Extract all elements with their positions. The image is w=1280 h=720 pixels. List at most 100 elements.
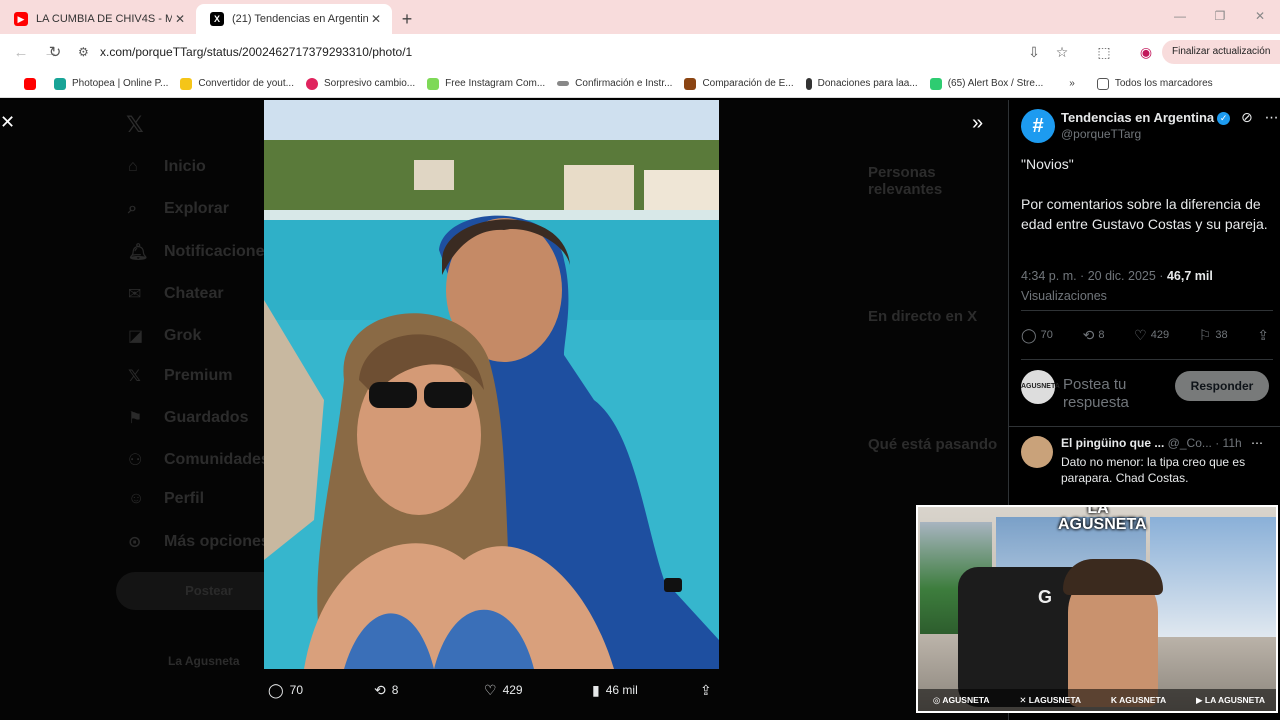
link-icon [557,81,570,86]
more-icon: ⊙ [128,534,142,551]
install-icon[interactable]: ⇩ [1020,44,1048,61]
webcam-overlay: G LA AGUSNETA ◎ AGUSNETA ✕ LAGUSNETA K A… [916,505,1278,713]
bookmark-count: 38 [1215,329,1228,341]
close-tab-icon[interactable]: ✕ [368,12,384,26]
comment-author[interactable]: El pingüino que ... [1061,436,1164,450]
youtube-icon [24,77,36,90]
share-action[interactable]: ⇪ [1257,327,1273,344]
reload-icon[interactable]: ↻ [40,43,70,61]
repost-count: 8 [391,683,399,697]
nav-label: Comunidades [164,451,270,468]
reply-button[interactable]: Responder [1175,371,1269,401]
back-icon[interactable]: ← [6,44,36,61]
more-options-icon[interactable]: ⋯ [1265,109,1279,125]
bookmark-icon [427,77,440,90]
nav-label: Perfil [164,490,205,507]
nav-label: Más opciones [164,533,270,550]
bookmark-item[interactable]: Free Instagram Com... [427,77,546,90]
reply-composer: AGUSNETA Postea tu respuesta Responder [1021,370,1273,414]
repost-action[interactable]: ⟲ 8 [374,682,398,699]
bookmark-item[interactable]: (65) Alert Box / Stre... [929,77,1044,90]
url-bar[interactable]: ⚙ x.com/porqueTTarg/status/2002462717379… [78,39,1078,65]
comment-header: El pingüino que ... @_Co... · 11h ⋯ [1061,436,1273,450]
youtube-handle: ▶ LA AGUSNETA [1196,694,1266,705]
close-window-icon[interactable]: ✕ [1240,0,1280,34]
reply-input[interactable]: Postea tu respuesta [1063,376,1173,410]
url-text: x.com/porqueTTarg/status/200246271737929… [100,45,413,59]
post-photo[interactable] [264,100,719,669]
x-logo-icon: 𝕏 [126,112,144,137]
reply-action[interactable]: ◯ 70 [268,682,303,699]
heart-icon: ♡ [1134,326,1147,343]
chevron-right-double-icon[interactable]: » [972,112,983,135]
post-timestamp[interactable]: 4:34 p. m. · 20 dic. 2025 · [1021,269,1163,283]
bookmark-icon [54,77,66,90]
minimize-icon[interactable]: — [1160,0,1200,34]
tab-youtube[interactable]: ▶ LA CUMBIA DE CHIV4S - MIKE ✕ [0,4,196,34]
comment-text: Dato no menor: la tipa creo que es parap… [1061,455,1246,485]
extensions-icon[interactable]: ⬚ [1090,44,1118,61]
site-info-icon[interactable]: ⚙ [78,45,100,59]
bookmark-icon [180,77,193,90]
new-tab-button[interactable]: + [392,4,422,34]
bookmark-label: Donaciones para laa... [817,78,918,89]
like-action[interactable]: ♡ 429 [1134,327,1169,344]
close-icon[interactable]: ✕ [0,112,15,133]
repost-action[interactable]: ⟲ 8 [1083,327,1105,344]
account-actions: ⊘ ⋯ [1233,109,1279,126]
like-action[interactable]: ♡ 429 [484,682,523,699]
avatar[interactable] [1021,436,1053,468]
bookmark-item[interactable]: Photopea | Online P... [54,77,168,90]
folder-icon [1096,77,1109,90]
grok-explain-icon[interactable]: ⊘ [1241,109,1253,125]
bookmark-label: Convertidor de yout... [198,78,294,89]
reply-action[interactable]: ◯ 70 [1021,327,1053,344]
bookmark-item[interactable]: Convertidor de yout... [180,77,294,90]
account-name[interactable]: Tendencias en Argentina ✓ [1061,110,1231,126]
more-options-icon[interactable]: ⋯ [1251,436,1263,450]
views-action[interactable]: ▮ 46 mil [592,682,638,699]
bookmark-icon [929,77,942,90]
bookmark-item[interactable]: Sorpresivo cambio... [305,77,416,90]
update-button[interactable]: Finalizar actualización [1162,40,1280,64]
bookmark-action[interactable]: ⚐ 38 [1199,327,1228,344]
x-logo-icon: X [210,12,224,26]
bookmark-item[interactable]: Comparación de E... [684,77,794,90]
profile-icon[interactable]: ◉ [1132,44,1160,61]
maximize-icon[interactable]: ❐ [1200,0,1240,34]
share-icon: ⇪ [1257,326,1269,343]
all-bookmarks[interactable]: Todos los marcadores [1096,77,1213,90]
star-icon[interactable]: ☆ [1048,44,1076,61]
grok-icon: ◪ [128,328,144,345]
nav-label: Guardados [164,409,249,426]
account-avatar[interactable]: # [1021,109,1055,143]
bookmark-label: Sorpresivo cambio... [323,78,416,89]
account-handle[interactable]: @porqueTTarg [1061,127,1141,141]
bookmark-label: Free Instagram Com... [445,78,546,89]
dim-title-people: Personas relevantes [868,164,943,198]
share-action[interactable]: ⇪ [700,682,718,699]
football-poster [1150,517,1276,637]
user-name-dimmed: La Agusneta [168,654,240,668]
bookmark-item[interactable]: Confirmación e Instr... [557,78,672,89]
post-views-label: Visualizaciones [1021,289,1107,303]
tab-x[interactable]: X (21) Tendencias en Argentina en ✕ [196,4,392,34]
bookmark-youtube[interactable] [24,77,42,90]
instagram-handle: ◎ AGUSNETA [932,694,990,705]
nav-label: Premium [164,367,233,384]
verified-icon: ✓ [1217,112,1231,126]
bookmark-item[interactable]: Donaciones para laa... [805,77,918,90]
address-icons: ⇩ ☆ ⬚ ◉ [1020,34,1160,70]
address-toolbar: ← → ↻ ⚙ x.com/porqueTTarg/status/2002462… [0,34,1280,70]
kick-handle: K AGUSNETA [1110,695,1167,705]
nav-label: Grok [164,327,202,344]
more-bookmarks-icon[interactable]: » [1069,78,1075,89]
people-icon: ⚇ [128,452,143,469]
reply-icon: ◯ [1021,326,1037,343]
tab-strip: ▶ LA CUMBIA DE CHIV4S - MIKE ✕ X (21) Te… [0,0,1280,34]
close-tab-icon[interactable]: ✕ [172,12,188,26]
social-handles: ◎ AGUSNETA ✕ LAGUSNETA K AGUSNETA ▶ LA A… [918,689,1276,711]
reply-icon: ◯ [268,681,284,698]
mail-icon: ✉ [128,286,142,303]
bookmark-label: (65) Alert Box / Stre... [947,78,1044,89]
